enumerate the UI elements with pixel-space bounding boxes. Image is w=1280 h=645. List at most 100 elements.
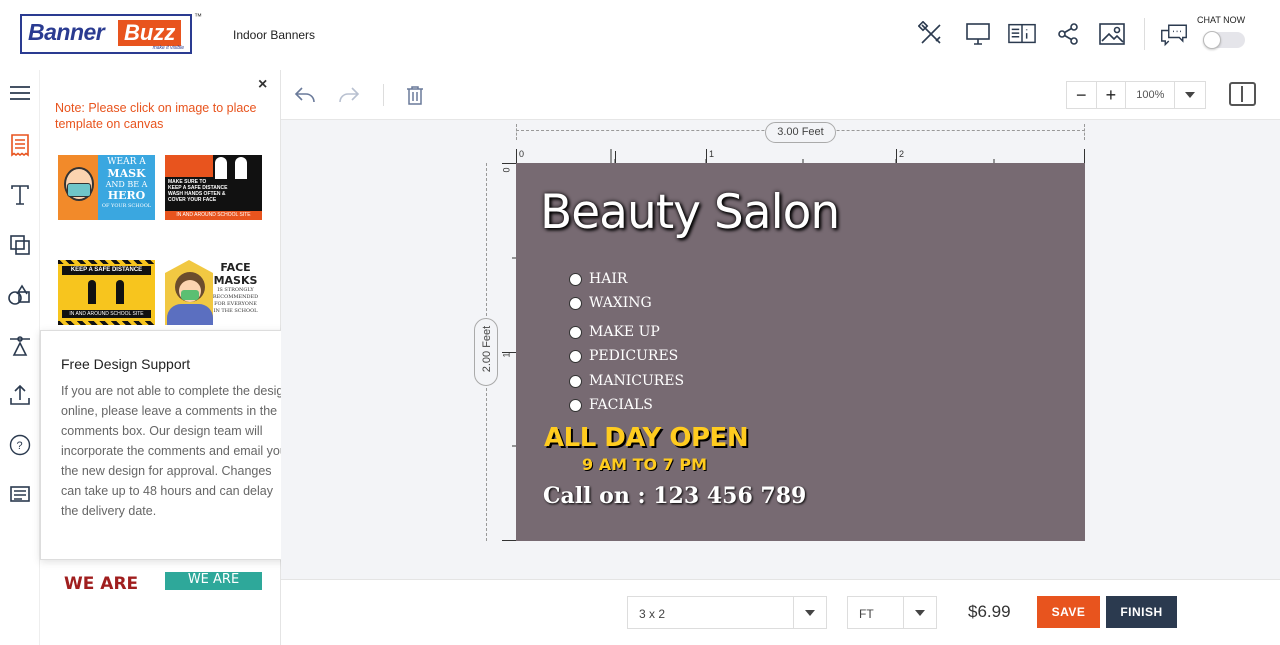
template-thumb-we-are-teal[interactable]: WE ARE [165, 572, 262, 590]
upload-icon[interactable] [6, 381, 34, 409]
product-breadcrumb[interactable]: Indoor Banners [233, 28, 315, 42]
share-icon[interactable] [1054, 20, 1082, 48]
undo-icon[interactable] [292, 82, 318, 108]
ruler-number: 1 [709, 149, 715, 159]
thumb-text: IS STRONGLY [217, 287, 254, 293]
thumb-mask-illustration [58, 155, 98, 220]
templates-icon[interactable] [6, 131, 34, 159]
zoom-control: − + 100% [1066, 81, 1206, 109]
toolbar-divider [383, 84, 384, 106]
thumb-text: MASK [107, 167, 146, 180]
chevron-down-icon[interactable] [903, 597, 936, 628]
height-dimension-text: 2.00 Feet [481, 325, 493, 373]
clipart-icon[interactable] [6, 331, 34, 359]
finish-button[interactable]: FINISH [1106, 596, 1177, 628]
tools-icon[interactable] [917, 20, 945, 48]
service-text: WAXING [589, 295, 652, 311]
trash-icon[interactable] [402, 82, 428, 108]
ruler-number: 0 [501, 167, 512, 173]
zoom-in-button[interactable]: + [1097, 82, 1127, 108]
banner-title-text[interactable]: Beauty Salon [540, 185, 840, 240]
template-thumb-safe-distance-wash-hands[interactable]: MAKE SURE TO KEEP A SAFE DISTANCE WASH H… [165, 155, 262, 220]
unit-select-value: FT [859, 607, 874, 621]
service-text: PEDICURES [589, 348, 679, 364]
bullet-circle [569, 273, 582, 286]
zoom-dropdown-button[interactable] [1175, 82, 1205, 108]
service-text: HAIR [589, 271, 628, 287]
height-dimension-label: 2.00 Feet [474, 318, 498, 386]
desktop-preview-icon[interactable] [964, 20, 992, 48]
zoom-value[interactable]: 100% [1126, 82, 1176, 108]
comments-icon[interactable] [6, 481, 34, 509]
panel-close-button[interactable]: × [258, 76, 267, 94]
call-number-text[interactable]: Call on : 123 456 789 [543, 483, 806, 509]
help-icon[interactable]: ? [6, 431, 34, 459]
thumb-text: IN AND AROUND SCHOOL SITE [165, 211, 262, 220]
template-thumb-face-masks[interactable]: FACE MASKS IS STRONGLY RECOMMENDED FOR E… [165, 260, 262, 325]
logo-word-banner: Banner [28, 19, 105, 45]
width-dimension-tick [516, 124, 517, 140]
thumb-text: WE ARE [187, 572, 240, 587]
service-item[interactable]: HAIR [569, 269, 869, 289]
size-select-value: 3 x 2 [639, 607, 666, 621]
width-dimension-label: 3.00 Feet [765, 122, 836, 143]
chat-icon[interactable] [1160, 20, 1188, 48]
chevron-down-icon[interactable] [793, 597, 826, 628]
size-select[interactable]: 3 x 2 [627, 596, 827, 629]
vertical-ruler: 0 1 [502, 163, 516, 541]
left-tool-rail: ? [0, 70, 40, 645]
thumb-text: IN THE SCHOOL [213, 308, 258, 314]
thumb-text: MASKS [213, 274, 258, 287]
service-item[interactable]: MANICURES [569, 371, 869, 391]
unit-select[interactable]: FT [847, 596, 937, 629]
thumb-text: IN AND AROUND SCHOOL SITE [62, 310, 151, 318]
template-thumb-we-are-red[interactable]: WE ARE [58, 572, 155, 592]
all-day-open-text[interactable]: ALL DAY OPEN [544, 423, 749, 453]
svg-text:?: ? [17, 440, 23, 452]
zoom-out-button[interactable]: − [1067, 82, 1097, 108]
thumb-text: FACE [220, 261, 251, 274]
logo-tagline: make it visible [152, 45, 184, 51]
chat-now-toggle[interactable] [1203, 31, 1245, 49]
zoom-plus-label: + [1105, 84, 1117, 105]
service-item[interactable]: PEDICURES [569, 346, 869, 366]
panel-toggle-icon[interactable] [1229, 82, 1256, 106]
chevron-down-icon [1185, 92, 1196, 98]
header: Banner Buzz make it visible ™ Indoor Ban… [0, 0, 1280, 70]
image-icon[interactable] [1098, 20, 1126, 48]
shapes-icon[interactable] [6, 281, 34, 309]
bannerbuzz-logo[interactable]: Banner Buzz make it visible ™ [20, 12, 202, 54]
bottom-bar: 3 x 2 FT $6.99 SAVE FINISH [281, 579, 1280, 645]
logo-trademark: ™ [194, 12, 202, 21]
zoom-minus-label: − [1076, 84, 1087, 105]
template-thumb-wear-mask[interactable]: WEAR A MASK AND BE A HERO OF YOUR SCHOOL [58, 155, 155, 220]
menu-icon[interactable] [6, 79, 34, 107]
ruler-number: 2 [899, 149, 905, 159]
thumb-text: RECOMMENDED [212, 294, 259, 300]
layers-icon[interactable] [6, 231, 34, 259]
hours-text[interactable]: 9 AM TO 7 PM [582, 455, 707, 474]
service-item[interactable]: FACIALS [569, 395, 869, 415]
popover-body: If you are not able to complete the desi… [61, 384, 291, 518]
service-text: FACIALS [589, 397, 653, 413]
bullet-circle [569, 350, 582, 363]
price-label: $6.99 [968, 602, 1011, 621]
service-item[interactable]: MAKE UP [569, 322, 869, 342]
service-item[interactable]: WAXING [569, 293, 869, 313]
thumb-text: KEEP A SAFE DISTANCE [62, 266, 151, 275]
template-thumb-keep-safe-distance[interactable]: KEEP A SAFE DISTANCE IN AND AROUND SCHOO… [58, 260, 155, 325]
bullet-circle [569, 297, 582, 310]
text-icon[interactable] [6, 181, 34, 209]
book-info-icon[interactable] [1008, 20, 1036, 48]
banner-design-canvas[interactable]: Beauty Salon HAIR WAXING MAKE UP PEDICUR… [516, 163, 1085, 541]
template-note: Note: Please click on image to place tem… [55, 101, 257, 131]
bullet-circle [569, 326, 582, 339]
redo-icon[interactable] [336, 82, 362, 108]
editor-toolbar: − + 100% [281, 70, 1280, 120]
thumb-text: FOR EVERYONE [214, 301, 257, 307]
ruler-number: 0 [519, 149, 525, 159]
bullet-circle [569, 399, 582, 412]
service-text: MAKE UP [589, 324, 660, 340]
header-divider [1144, 18, 1145, 50]
save-button[interactable]: SAVE [1037, 596, 1100, 628]
